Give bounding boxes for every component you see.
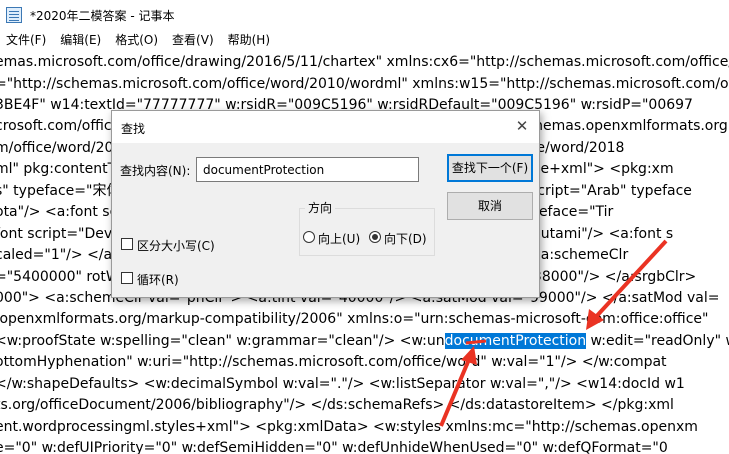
editor-line: e="0" w:defUIPriority="0" w:defSemiHidde… [0,440,668,454]
find-input[interactable] [196,157,419,182]
editor-line: </w:shapeDefaults> <w:decimalSymbol w:va… [0,376,685,392]
editor-line: ts.org/officeDocument/2006/bibliography"… [0,397,674,413]
menu-view[interactable]: 查看(V) [166,30,222,51]
menu-bar: 文件(F) 编辑(E) 格式(O) 查看(V) 帮助(H) [0,30,729,51]
selected-text: documentProtection [444,333,587,349]
find-dialog: 查找 ✕ 查找内容(N): 查找下一个(F) 取消 方向 向上(U) 向下(D)… [111,110,540,298]
find-dialog-titlebar[interactable]: 查找 ✕ [112,111,539,143]
find-label: 查找内容(N): [120,164,191,178]
match-case-checkbox[interactable] [121,238,133,250]
menu-edit[interactable]: 编辑(E) [54,30,109,51]
notepad-icon [6,7,22,23]
find-next-button[interactable]: 查找下一个(F) [447,154,533,182]
editor-line: ="http://schemas.microsoft.com/office/wo… [0,76,729,92]
cancel-button[interactable]: 取消 [447,192,533,220]
editor-line-after-selection: w:edit="readOnly" w:enforcement="1"/> [590,333,729,349]
direction-up-radio[interactable] [303,231,315,243]
editor-line-before-selection: <w:proofState w:spelling="clean" w:gramm… [0,333,445,349]
direction-up-label[interactable]: 向上(U) [318,230,360,247]
editor-line: emas.microsoft.com/office/drawing/2016/5… [0,54,729,70]
editor-line: ent.wordprocessingml.styles+xml"> <pkg:x… [0,419,698,435]
menu-file[interactable]: 文件(F) [0,30,54,51]
title-bar: *2020年二模答案 - 记事本 [0,0,729,30]
editor-line-selected: <w:proofState w:spelling="clean" w:gramm… [0,330,729,352]
menu-format[interactable]: 格式(O) [109,30,166,51]
close-icon[interactable]: ✕ [509,114,535,138]
editor-line: ottomHyphenation" w:uri="http://schemas.… [0,354,667,370]
wrap-label[interactable]: 循环(R) [137,271,179,288]
direction-label: 方向 [305,199,336,216]
menu-help[interactable]: 帮助(H) [222,30,278,51]
direction-down-label[interactable]: 向下(D) [384,230,427,247]
find-dialog-title: 查找 [121,122,146,136]
window-title: *2020年二模答案 - 记事本 [30,9,175,23]
match-case-label[interactable]: 区分大小写(C) [137,237,215,254]
direction-down-radio[interactable] [369,231,381,243]
wrap-checkbox[interactable] [121,272,133,284]
editor-line: .openxmlformats.org/markup-compatibility… [0,311,709,327]
